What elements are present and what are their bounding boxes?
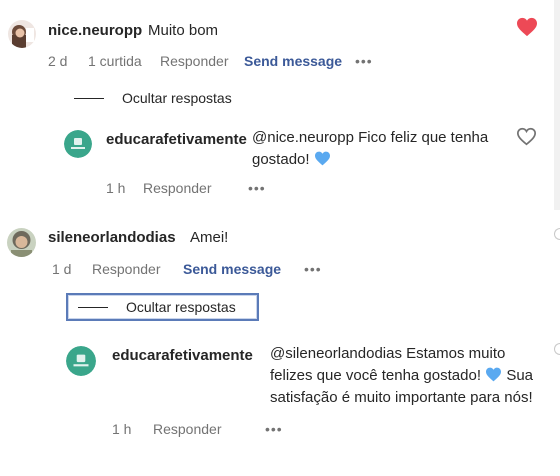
edge-like-icon <box>554 228 560 240</box>
divider-line <box>74 97 104 99</box>
avatar[interactable] <box>8 20 36 48</box>
hide-replies-label: Ocultar respostas <box>122 90 232 106</box>
more-options-icon[interactable]: ••• <box>355 53 373 69</box>
reply-button[interactable]: Responder <box>143 180 212 196</box>
reply-button[interactable]: Responder <box>160 53 229 69</box>
reply-username[interactable]: educarafetivamente <box>106 131 247 148</box>
hide-replies-button[interactable]: Ocultar respostas <box>74 90 232 106</box>
more-options-icon[interactable]: ••• <box>265 421 283 437</box>
comment-time: 1 d <box>52 261 72 277</box>
send-message-button[interactable]: Send message <box>244 53 342 69</box>
reply-button[interactable]: Responder <box>153 421 222 437</box>
reply-body-line2: felizes que você tenha gostado! <box>270 367 481 384</box>
blue-heart-emoji-icon <box>314 151 330 166</box>
more-options-icon[interactable]: ••• <box>248 180 266 196</box>
comment-username[interactable]: sileneorlandodias <box>48 229 176 246</box>
brand-avatar[interactable] <box>64 130 92 158</box>
comment-username[interactable]: nice.neuropp <box>48 22 142 39</box>
send-message-button[interactable]: Send message <box>183 261 281 277</box>
reply-body-line4: satisfação é muito importante para nós! <box>270 389 533 406</box>
reply-username[interactable]: educarafetivamente <box>112 347 253 364</box>
hide-replies-label: Ocultar respostas <box>126 299 236 315</box>
more-options-icon[interactable]: ••• <box>304 261 322 277</box>
brand-avatar[interactable] <box>66 346 96 376</box>
blue-heart-emoji-icon <box>486 367 502 382</box>
reply-body-line3: Sua <box>506 367 534 384</box>
avatar[interactable] <box>7 228 36 257</box>
reply-text: @nice.neuropp Fico feliz que tenha gosta… <box>252 127 502 171</box>
heart-liked-icon[interactable] <box>516 17 538 37</box>
scrollbar-track[interactable] <box>554 0 560 210</box>
reply-body-line1: Estamos muito <box>406 345 506 362</box>
reply-text: @sileneorlandodias Estamos muito felizes… <box>270 343 555 409</box>
comment-time: 2 d <box>48 53 68 69</box>
comment-text: Amei! <box>190 229 229 246</box>
reply-time: 1 h <box>112 421 132 437</box>
reply-button[interactable]: Responder <box>92 261 161 277</box>
reply-time: 1 h <box>106 180 126 196</box>
divider-line <box>78 306 108 308</box>
hide-replies-button[interactable]: Ocultar respostas <box>66 293 259 321</box>
comment-text: Muito bom <box>148 22 219 39</box>
likes-count[interactable]: 1 curtida <box>88 53 142 69</box>
mention-link[interactable]: @nice.neuropp <box>252 129 354 146</box>
mention-link[interactable]: @sileneorlandodias <box>270 345 402 362</box>
heart-outline-icon[interactable] <box>516 127 537 146</box>
